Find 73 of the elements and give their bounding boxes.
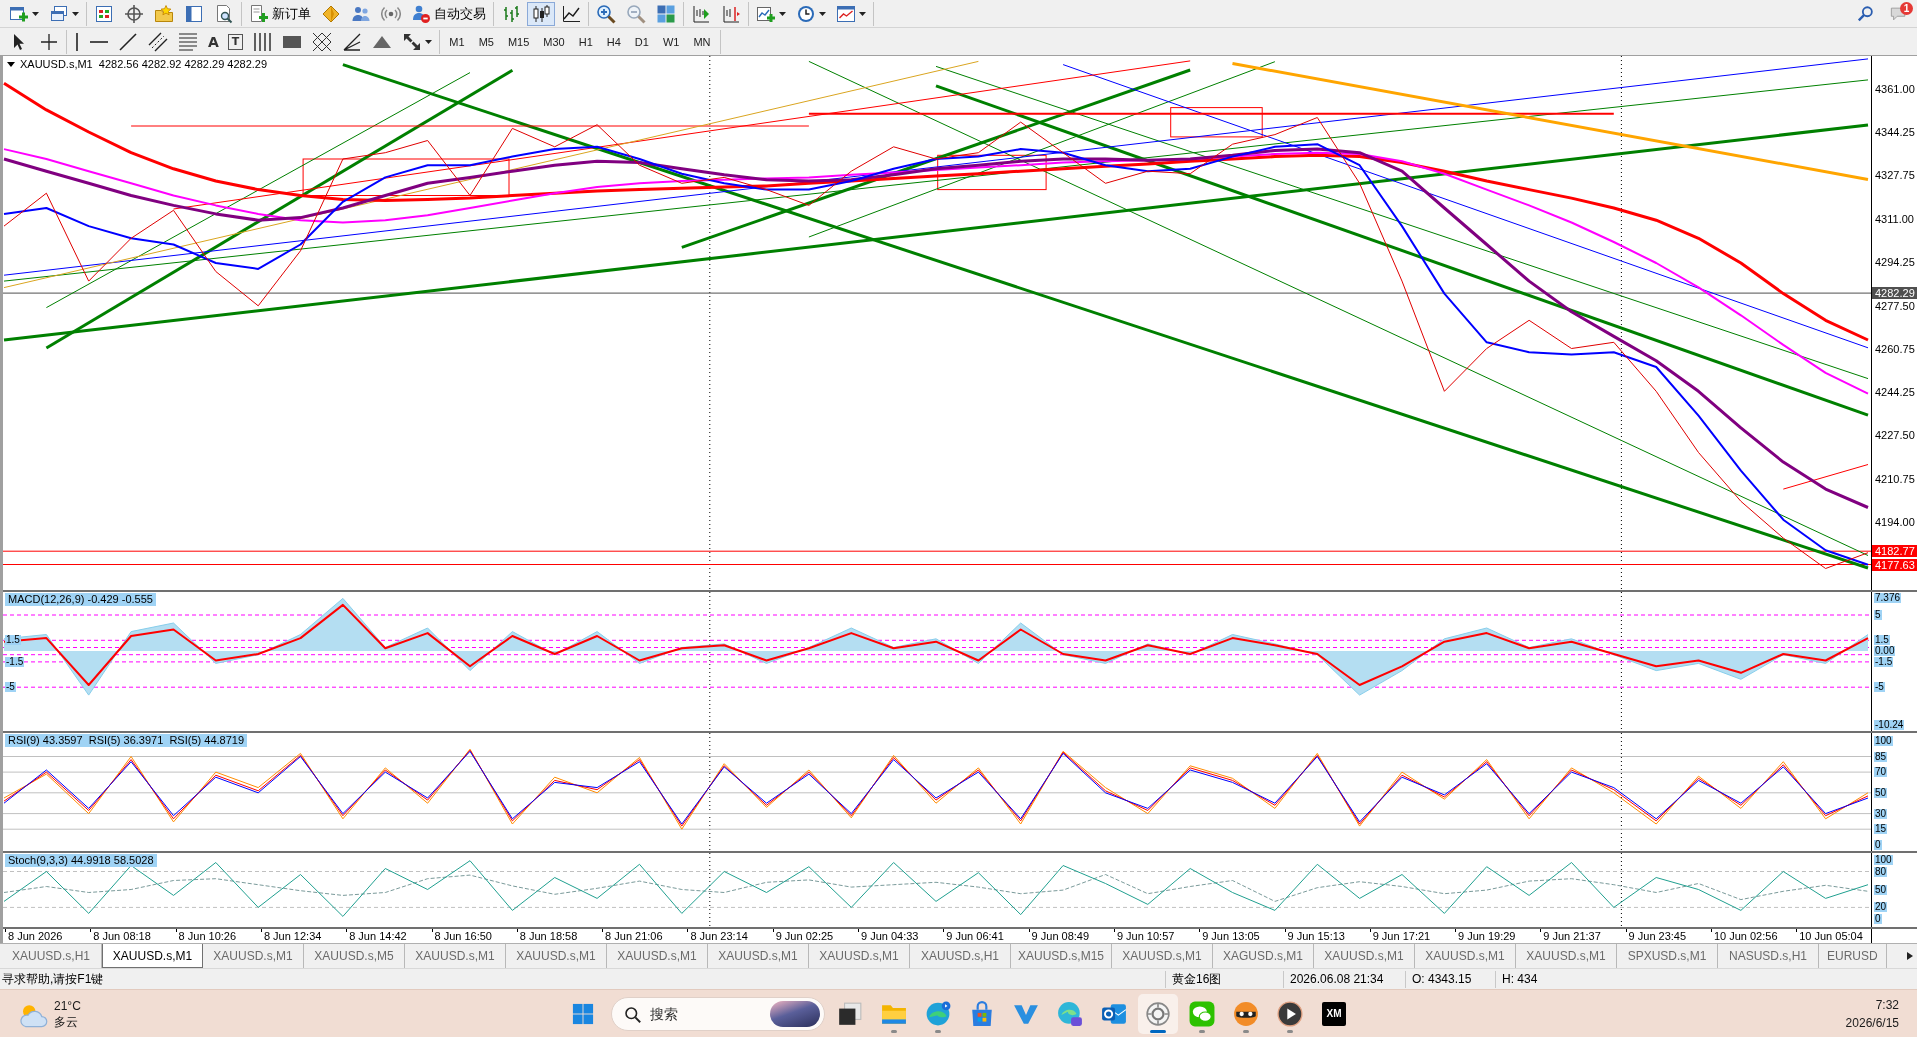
axis-label: 4294.25 [1875, 256, 1915, 269]
axis-label: 0 [1874, 914, 1882, 925]
status-field: 2026.06.08 21:34 [1283, 970, 1405, 988]
time-label: 9 Jun 17:21 [1372, 930, 1431, 942]
axis-label: 5 [1874, 610, 1882, 620]
time-label: 9 Jun 13:05 [1202, 930, 1260, 942]
time-label: 8 Jun 21:06 [605, 930, 663, 942]
level-label: 1.5 [5, 635, 21, 646]
time-label: 8 Jun 14:42 [349, 930, 407, 942]
axis-label: 0.00 [1874, 646, 1896, 657]
time-label: 9 Jun 15:13 [1287, 930, 1345, 942]
time-label: 10 Jun 05:04 [1799, 930, 1863, 942]
indicator-title: Stoch(9,3,3) 44.9918 58.5028 [5, 854, 157, 867]
time-label: 9 Jun 06:41 [946, 930, 1004, 942]
level-label: -5 [5, 682, 16, 693]
axis-label: -1.5 [1874, 656, 1894, 667]
axis-label: 50 [1874, 884, 1888, 895]
axis-label: 85 [1874, 751, 1888, 762]
time-label: 8 Jun 08:18 [93, 930, 151, 942]
time-label: 9 Jun 23:45 [1628, 930, 1687, 942]
indicator-title: RSI(9) 43.3597 RSI(5) 36.3971 RSI(5) 44.8719 [5, 734, 248, 747]
notification-badge: 1 [1900, 1, 1913, 15]
temperature-text: 21°C [54, 997, 81, 1014]
time-label: 9 Jun 19:29 [1458, 930, 1516, 942]
time-label: 10 Jun 02:56 [1713, 930, 1778, 942]
price-marker: 4282.29 [1872, 287, 1917, 300]
time-label: 9 Jun 02:25 [775, 930, 834, 942]
status-field: H: 434 [1495, 970, 1917, 988]
time-label: 9 Jun 21:37 [1543, 930, 1601, 942]
axis-label: 4260.75 [1875, 342, 1915, 355]
price-marker: 4177.63 [1872, 558, 1917, 571]
time-label: 9 Jun 04:33 [861, 930, 919, 942]
price-marker: 4182.77 [1872, 545, 1917, 558]
axis-label: 1.5 [1874, 635, 1890, 646]
axis-label: -10.24 [1874, 720, 1905, 730]
time-label: 8 Jun 2026 [8, 930, 63, 942]
weather-condition: 多云 [54, 1013, 79, 1030]
axis-label: 4311.00 [1875, 212, 1914, 225]
axis-label: 4361.00 [1875, 82, 1915, 95]
chart-title: XAUUSD.s,M1 4282.56 4282.92 4282.29 4282.29 [20, 58, 268, 70]
axis-label: 30 [1874, 808, 1888, 819]
time-label: 8 Jun 23:14 [690, 930, 748, 942]
axis-label: 4344.25 [1875, 126, 1915, 139]
help-text: 寻求帮助,请按F1键 [1, 970, 105, 988]
axis-label: 15 [1874, 824, 1888, 835]
time-label: 8 Jun 18:58 [519, 930, 578, 942]
axis-label: 100 [1874, 735, 1893, 746]
axis-label: 4227.50 [1875, 429, 1915, 442]
status-field: 黄金16图 [1165, 970, 1283, 988]
axis-label: 20 [1874, 902, 1888, 913]
clock-time: 7:32 [1875, 996, 1899, 1014]
clock-date: 2026/6/15 [1845, 1014, 1899, 1032]
level-label: -1.5 [5, 656, 25, 667]
time-label: 8 Jun 16:50 [434, 930, 492, 942]
axis-label: 4327.75 [1875, 169, 1915, 182]
axis-label: 50 [1874, 787, 1888, 798]
axis-label: 7.376 [1874, 592, 1902, 603]
axis-label: 4210.75 [1875, 472, 1915, 485]
app-logo: XM [1322, 1001, 1346, 1026]
time-label: 9 Jun 08:49 [1031, 930, 1090, 942]
axis-label: 4277.50 [1875, 299, 1915, 312]
axis-label: -5 [1874, 682, 1885, 693]
axis-label: 4194.00 [1875, 516, 1915, 529]
time-label: 9 Jun 10:57 [1116, 930, 1175, 942]
axis-label: 100 [1874, 854, 1893, 865]
time-label: 8 Jun 10:26 [178, 930, 237, 942]
axis-label: 4244.25 [1875, 385, 1915, 398]
axis-label: 0 [1874, 839, 1882, 850]
status-field: O: 4343.15 [1405, 970, 1495, 988]
axis-label: 80 [1874, 866, 1888, 877]
axis-label: 70 [1874, 767, 1888, 778]
time-label: 8 Jun 12:34 [263, 930, 322, 942]
indicator-title: MACD(12,26,9) -0.429 -0.555 [5, 593, 156, 606]
